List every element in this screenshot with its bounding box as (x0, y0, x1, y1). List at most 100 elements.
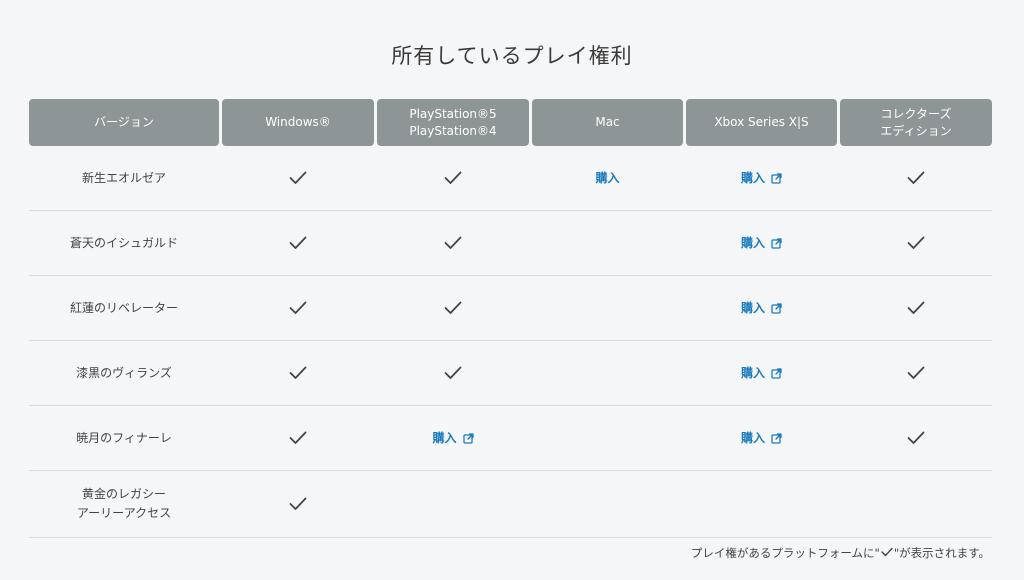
table-row: 蒼天のイシュガルド 購入 (29, 211, 992, 276)
table-row: 紅蓮のリベレーター 購入 (29, 276, 992, 341)
buy-label: 購入 (595, 170, 620, 185)
check-icon (444, 366, 462, 380)
version-name: 暁月のフィナーレ (76, 430, 172, 445)
check-icon (444, 236, 462, 250)
collectors-cell (840, 406, 992, 470)
version-name: 漆黒のヴィランズ (76, 365, 172, 380)
windows-cell (222, 146, 374, 210)
xbox-buy-link[interactable]: 購入 (741, 169, 782, 188)
collectors-cell (840, 471, 992, 537)
version-name-cell: 新生エオルゼア (29, 146, 219, 210)
buy-label: 購入 (740, 430, 765, 445)
header-collectors-label-2: エディション (880, 123, 952, 138)
mac-cell (532, 471, 683, 537)
page-title: 所有しているプレイ権利 (391, 44, 633, 68)
version-name-cell: 紅蓮のリベレーター (29, 276, 219, 340)
header-version-label: バージョン (94, 115, 154, 129)
playstation-cell (377, 276, 529, 340)
xbox-cell: 購入 (686, 146, 837, 210)
check-icon (289, 497, 307, 511)
table-row: 暁月のフィナーレ 購入 購入 (29, 406, 992, 471)
collectors-cell (840, 341, 992, 405)
external-link-icon (462, 432, 474, 444)
header-playstation-label-2: PlayStation®4 (409, 123, 497, 138)
collectors-cell (840, 276, 992, 340)
version-name-cell: 蒼天のイシュガルド (29, 211, 219, 275)
table-header: バージョン Windows® PlayStation®5 PlayStation… (29, 99, 992, 146)
check-icon (289, 236, 307, 250)
table-row: 黄金のレガシー アーリーアクセス (29, 471, 992, 538)
xbox-buy-link[interactable]: 購入 (741, 364, 782, 383)
xbox-cell (686, 471, 837, 537)
version-name: 黄金のレガシー (81, 487, 166, 501)
table-body: 新生エオルゼア 購入 購入 蒼天のイシュガルド 購入 紅蓮のリベレーター 購入 漆黒のヴィラン… (29, 146, 992, 538)
mac-cell (532, 276, 683, 340)
check-icon (907, 236, 925, 250)
table-row: 漆黒のヴィランズ 購入 (29, 341, 992, 406)
header-version: バージョン (29, 99, 219, 146)
xbox-cell: 購入 (686, 406, 837, 470)
buy-label: 購入 (740, 170, 765, 185)
external-link-icon (771, 237, 782, 249)
version-name-cell: 黄金のレガシー アーリーアクセス (29, 471, 219, 537)
header-playstation-label-1: PlayStation®5 (409, 106, 497, 121)
playstation-cell (377, 146, 529, 210)
check-icon (907, 301, 925, 315)
collectors-cell (840, 146, 992, 210)
check-icon (289, 366, 307, 380)
buy-label: 購入 (740, 235, 765, 250)
mac-cell (532, 406, 683, 470)
external-link-icon (771, 432, 782, 444)
playstation-buy-link[interactable]: 購入 (432, 429, 474, 448)
buy-label: 購入 (740, 365, 765, 380)
footnote-suffix: "が表示されます。 (893, 546, 990, 560)
xbox-buy-link[interactable]: 購入 (741, 299, 782, 318)
check-icon (907, 171, 925, 185)
mac-cell (532, 211, 683, 275)
external-link-icon (771, 367, 782, 379)
playstation-cell (377, 341, 529, 405)
buy-label: 購入 (740, 300, 765, 315)
check-icon (881, 546, 893, 560)
xbox-buy-link[interactable]: 購入 (741, 234, 782, 253)
footnote-prefix: プレイ権があるプラットフォームに" (690, 546, 880, 560)
table-row: 新生エオルゼア 購入 購入 (29, 146, 992, 211)
external-link-icon (771, 172, 782, 184)
check-icon (289, 431, 307, 445)
version-name: 紅蓮のリベレーター (69, 300, 178, 315)
header-windows: Windows® (222, 99, 374, 146)
mac-buy-link[interactable]: 購入 (595, 169, 619, 188)
header-xbox-label: Xbox Series X|S (714, 115, 809, 129)
buy-label: 購入 (432, 430, 457, 445)
windows-cell (222, 276, 374, 340)
header-xbox: Xbox Series X|S (686, 99, 837, 146)
windows-cell (222, 341, 374, 405)
header-collectors: コレクターズ エディション (840, 99, 992, 146)
check-icon (444, 301, 462, 315)
header-collectors-label-1: コレクターズ (880, 106, 952, 121)
xbox-cell: 購入 (686, 211, 837, 275)
windows-cell (222, 471, 374, 537)
playstation-cell (377, 471, 529, 537)
xbox-cell: 購入 (686, 341, 837, 405)
collectors-cell (840, 211, 992, 275)
playstation-cell: 購入 (377, 406, 529, 470)
xbox-buy-link[interactable]: 購入 (741, 429, 782, 448)
version-name-cell: 漆黒のヴィランズ (29, 341, 219, 405)
header-mac-label: Mac (595, 115, 620, 129)
xbox-cell: 購入 (686, 276, 837, 340)
header-mac: Mac (532, 99, 683, 146)
version-name-cell: 暁月のフィナーレ (29, 406, 219, 470)
windows-cell (222, 211, 374, 275)
version-name-line2: アーリーアクセス (76, 506, 172, 520)
check-icon (907, 431, 925, 445)
mac-cell (532, 341, 683, 405)
playstation-cell (377, 211, 529, 275)
check-icon (289, 301, 307, 315)
check-icon (907, 366, 925, 380)
check-icon (444, 171, 462, 185)
footnote: プレイ権があるプラットフォームに" "が表示されます。 (691, 545, 990, 561)
version-name: 新生エオルゼア (81, 170, 166, 185)
check-icon (289, 171, 307, 185)
header-playstation: PlayStation®5 PlayStation®4 (377, 99, 529, 146)
